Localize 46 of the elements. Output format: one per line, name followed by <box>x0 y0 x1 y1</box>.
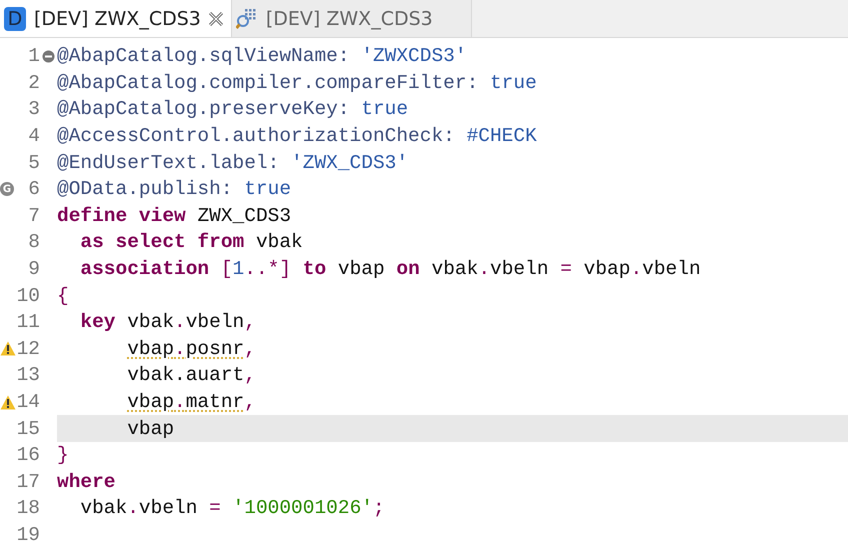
line-number: 1 <box>27 45 40 68</box>
code-line: { <box>57 284 69 307</box>
collapse-icon[interactable] <box>42 50 54 63</box>
generated-marker: G <box>0 182 14 196</box>
code-line: @EndUserText.label: 'ZWX_CDS3' <box>57 152 408 174</box>
line-number: 14 <box>16 391 40 414</box>
code-line: @AbapCatalog.preserveKey: true <box>57 98 408 120</box>
line-number: 8 <box>27 231 40 254</box>
warning-icon[interactable] <box>0 341 16 356</box>
line-number: 18 <box>16 497 40 520</box>
code-line: key vbak.vbeln, <box>79 311 256 334</box>
code-line: @AbapCatalog.sqlViewName: 'ZWXCDS3' <box>57 45 467 68</box>
code-line: @OData.publish: true <box>57 178 292 200</box>
code-line: association [1..*] to vbap on vbak.vbeln = vbap.vbeln <box>79 258 701 280</box>
code-line: vbap <box>126 418 174 440</box>
line-number: 19 <box>16 524 40 546</box>
line-number: 9 <box>27 258 40 280</box>
code-line: as select from vbak <box>79 231 303 254</box>
line-number: 2 <box>27 72 40 94</box>
line-number: 4 <box>27 125 40 148</box>
line-number: 6 <box>27 178 40 200</box>
code-line: vbap.posnr, <box>126 338 256 360</box>
code-line: vbak.auart, <box>126 364 256 386</box>
file-type-icon: D <box>4 6 26 30</box>
line-number: 16 <box>16 444 40 466</box>
code-line: @AccessControl.authorizationCheck: #CHECK <box>57 125 537 148</box>
code-line: vbak.vbeln = '1000001026'; <box>79 497 385 520</box>
code-line: vbap.matnr, <box>126 391 256 414</box>
line-number: 7 <box>27 204 40 227</box>
line-number: 3 <box>27 98 40 120</box>
line-number: 12 <box>16 338 40 360</box>
code-line: } <box>57 444 69 466</box>
line-number: 15 <box>16 418 40 440</box>
code-line: where <box>57 470 116 493</box>
code-line: @AbapCatalog.compiler.compareFilter: true <box>57 72 537 94</box>
editor-tab[interactable]: [DEV] ZWX_CDS3 <box>232 0 472 37</box>
search-grid-icon <box>236 6 258 30</box>
line-number: 11 <box>16 311 40 334</box>
close-icon[interactable] <box>208 12 223 26</box>
line-number: 17 <box>16 470 40 493</box>
editor-tab[interactable]: D [DEV] ZWX_CDS3 <box>0 0 232 37</box>
line-number: 5 <box>27 152 40 174</box>
warning-icon[interactable] <box>0 394 16 410</box>
line-number: 13 <box>16 364 40 386</box>
line-number: 10 <box>16 284 40 307</box>
code-line: define view ZWX_CDS3 <box>57 204 292 227</box>
